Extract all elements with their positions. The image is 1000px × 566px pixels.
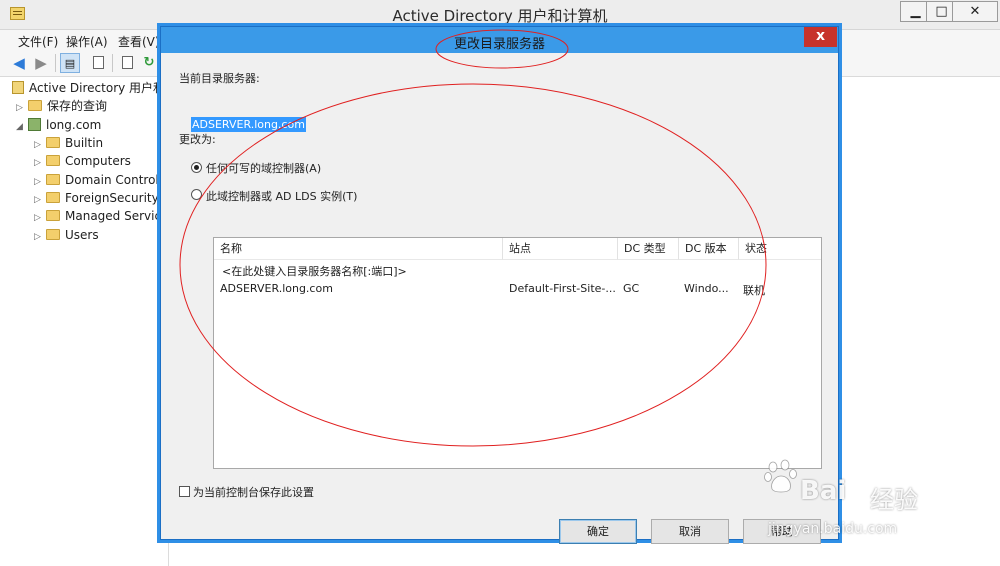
folder-icon	[46, 174, 60, 185]
show-tree-button[interactable]: ▤	[60, 53, 80, 73]
tree-root[interactable]: Active Directory 用户和计	[12, 79, 178, 97]
close-button[interactable]: ✕	[952, 1, 998, 22]
row-dc-version: Windo...	[684, 282, 729, 295]
menu-file[interactable]: 文件(F)	[18, 33, 58, 50]
cancel-button[interactable]: 取消	[651, 519, 729, 544]
tree-pane-icon: ▤	[64, 57, 76, 70]
tree-item-domain[interactable]: ◢ long.com	[16, 116, 101, 134]
export-button[interactable]	[117, 53, 137, 73]
folder-icon	[46, 137, 60, 148]
baidu-paw-logo	[764, 459, 797, 493]
refresh-button[interactable]: ↻	[139, 53, 159, 73]
tree-item-managed-service[interactable]: ▷ Managed Service	[34, 207, 168, 225]
tree-item-foreign-security[interactable]: ▷ ForeignSecurityPr	[34, 189, 171, 207]
tree-item-label: Computers	[65, 154, 131, 168]
tree-item-label: ForeignSecurityPr	[65, 191, 171, 205]
folder-icon	[46, 192, 60, 203]
console-tree: Active Directory 用户和计 ▷ 保存的查询 ◢ long.com ▷…	[0, 78, 178, 566]
tree-item-label: 保存的查询	[47, 99, 108, 113]
tree-item-saved-queries[interactable]: ▷ 保存的查询	[16, 97, 107, 115]
folder-icon	[28, 100, 42, 111]
folder-icon	[46, 229, 60, 240]
change-to-label: 更改为:	[179, 133, 216, 146]
forward-arrow-icon: ▶	[35, 54, 47, 72]
back-arrow-icon: ◀	[13, 54, 25, 72]
window-title: Active Directory 用户和计算机	[392, 7, 608, 25]
expand-arrow-icon[interactable]: ▷	[34, 209, 46, 227]
save-setting-label[interactable]: 为当前控制台保存此设置	[193, 484, 314, 500]
radio-this-label[interactable]: 此域控制器或 AD LDS 实例(T)	[206, 188, 357, 204]
back-button[interactable]: ◀	[9, 53, 29, 73]
column-header-status[interactable]: 状态	[739, 238, 821, 260]
properties-button[interactable]	[88, 53, 108, 73]
tree-item-label: Domain Controlle	[65, 173, 170, 187]
tree-item-label: long.com	[46, 118, 102, 132]
radio-button-this[interactable]	[191, 189, 202, 200]
tree-item-label: Users	[65, 228, 99, 242]
tree-item-label: Builtin	[65, 136, 104, 150]
clipboard-icon	[92, 56, 104, 69]
column-header-site[interactable]: 站点	[503, 238, 618, 260]
toolbar-separator	[112, 54, 113, 72]
document-icon	[121, 56, 133, 69]
expand-arrow-icon[interactable]: ▷	[16, 99, 28, 117]
watermark-brand-right: 经验	[870, 486, 918, 514]
tree-item-users[interactable]: ▷ Users	[34, 226, 99, 244]
tree-item-domain-controllers[interactable]: ▷ Domain Controlle	[34, 171, 169, 189]
placeholder-row[interactable]: <在此处键入目录服务器名称[:端口]>	[222, 263, 407, 279]
current-server-label: 当前目录服务器:	[179, 72, 260, 85]
toolbar-separator	[55, 54, 56, 72]
watermark-url: jingyan.baidu.com	[768, 521, 898, 537]
radio-any-label[interactable]: 任何可写的域控制器(A)	[206, 160, 321, 176]
folder-icon	[46, 210, 60, 221]
domain-icon	[28, 118, 41, 131]
ok-button[interactable]: 确定	[559, 519, 637, 544]
radio-button-any[interactable]	[191, 162, 202, 173]
expand-arrow-icon[interactable]: ▷	[34, 154, 46, 172]
dialog-body: 当前目录服务器: ADSERVER.long.com 更改为: 任何可写的域控制…	[167, 53, 832, 544]
refresh-icon: ↻	[143, 55, 155, 70]
row-site: Default-First-Site-...	[509, 282, 615, 295]
column-header-dc-type[interactable]: DC 类型	[618, 238, 679, 260]
expand-arrow-icon[interactable]: ▷	[34, 228, 46, 246]
tree-item-label: Managed Service	[65, 209, 169, 223]
forward-button[interactable]: ▶	[31, 53, 51, 73]
column-header-name[interactable]: 名称	[214, 238, 503, 260]
tree-item-builtin[interactable]: ▷ Builtin	[34, 134, 103, 152]
row-dc-type: GC	[623, 282, 640, 295]
collapse-arrow-icon[interactable]: ◢	[16, 118, 28, 136]
menu-view[interactable]: 查看(V)	[118, 33, 160, 50]
dialog-title: 更改目录服务器	[453, 37, 545, 52]
dialog-titlebar[interactable]: 更改目录服务器 x	[161, 27, 838, 53]
column-header-dc-version[interactable]: DC 版本	[679, 238, 739, 260]
watermark-brand-left: Bai	[800, 476, 847, 506]
tree-root-label: Active Directory 用户和计	[29, 81, 178, 95]
row-name: ADSERVER.long.com	[220, 282, 333, 295]
change-directory-server-dialog: 更改目录服务器 x 当前目录服务器: ADSERVER.long.com 更改为…	[160, 26, 839, 544]
current-server-value[interactable]: ADSERVER.long.com	[191, 117, 306, 132]
menu-action[interactable]: 操作(A)	[66, 33, 108, 50]
active-directory-icon	[12, 81, 24, 94]
folder-icon	[46, 155, 60, 166]
server-list[interactable]: 名称 站点 DC 类型 DC 版本 状态 <在此处键入目录服务器名称[:端口]>…	[213, 237, 822, 469]
row-status: 联机	[743, 284, 765, 297]
save-setting-checkbox[interactable]	[179, 486, 190, 497]
dialog-close-button[interactable]: x	[804, 27, 837, 47]
tree-item-computers[interactable]: ▷ Computers	[34, 152, 131, 170]
